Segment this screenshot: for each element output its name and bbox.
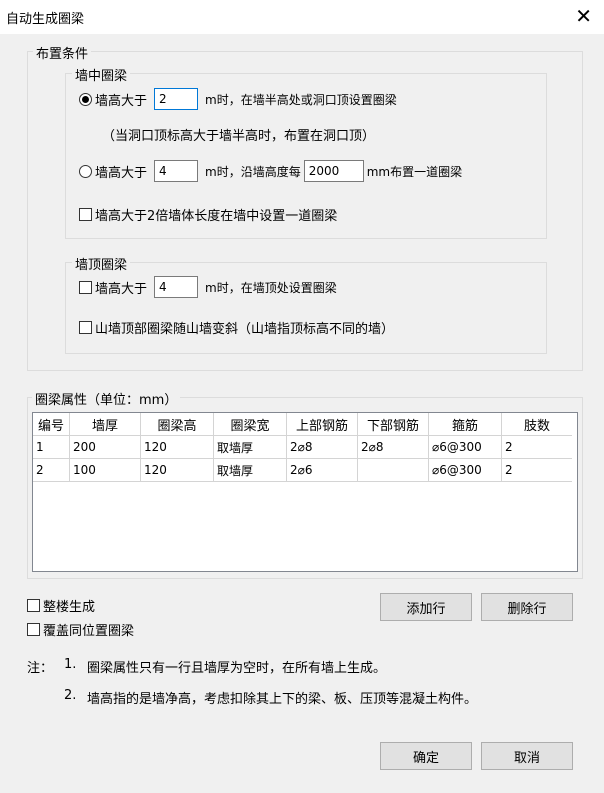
option1-height-input[interactable] (154, 88, 199, 110)
add-row-button[interactable]: 添加行 (380, 593, 472, 621)
window-title: 自动生成圈梁 (6, 12, 85, 27)
note1-text: 圈梁属性只有一行且墙厚为空时，在所有墙上生成。 (87, 661, 387, 676)
table-cell[interactable]: 200 (69, 435, 141, 459)
option1-note: （当洞口顶标高大于墙半高时，布置在洞口顶） (102, 125, 375, 144)
wall-top-checkbox1[interactable] (79, 280, 92, 294)
whole-building-checkbox[interactable] (27, 599, 40, 612)
wall-middle-option2-row: 墙高大于 m时，沿墙高度每 mm布置一道圈梁 (79, 160, 462, 182)
wall-middle-check-row: 墙高大于2倍墙体长度在墙中设置一道圈梁 (79, 205, 337, 224)
whole-building-option: 整楼生成 (27, 596, 95, 615)
note2-number: 2. (64, 688, 77, 703)
note1-number: 1. (64, 657, 77, 672)
wall-middle-option1-row: 墙高大于 m时，在墙半高处或洞口顶设置圈梁 (79, 88, 397, 110)
table-row[interactable]: 1 200 120 取墙厚 2⌀8 2⌀8 ⌀6@300 2 (33, 435, 572, 459)
wall-top-check1-row: 墙高大于 m时，在墙顶处设置圈梁 (79, 276, 337, 298)
wall-top-check1-suffix: m时，在墙顶处设置圈梁 (205, 280, 337, 295)
option2-spacing-input[interactable] (303, 160, 364, 182)
table-cell[interactable]: 2 (33, 458, 70, 482)
whole-building-label: 整楼生成 (43, 600, 96, 615)
wall-middle-option2-radio[interactable] (79, 164, 92, 178)
notes-prefix: 注： (27, 661, 54, 676)
table-cell[interactable] (357, 458, 429, 482)
wall-middle-option1-radio[interactable] (79, 92, 92, 106)
overwrite-checkbox[interactable] (27, 623, 40, 636)
close-icon[interactable]: ✕ (575, 6, 592, 26)
table-header-row: 编号 墙厚 圈梁高 圈梁宽 上部钢筋 下部钢筋 箍筋 肢数 (33, 413, 572, 436)
column-header-legs[interactable]: 肢数 (501, 413, 572, 436)
wall-top-check1-prefix: 墙高大于 (95, 281, 148, 297)
option1-suffix: m时，在墙半高处或洞口顶设置圈梁 (205, 92, 397, 107)
table-cell[interactable]: 2⌀8 (286, 435, 358, 459)
wall-top-check2-label: 山墙顶部圈梁随山墙变斜（山墙指顶标高不同的墙） (95, 322, 395, 337)
wall-top-height-input[interactable] (154, 276, 199, 298)
overwrite-label: 覆盖同位置圈梁 (43, 624, 135, 639)
table-row[interactable]: 2 100 120 取墙厚 2⌀6 ⌀6@300 2 (33, 458, 572, 482)
table-cell[interactable]: 2 (501, 435, 572, 459)
cancel-button[interactable]: 取消 (481, 742, 573, 770)
table-cell[interactable]: 1 (33, 435, 70, 459)
wall-middle-checkbox[interactable] (79, 208, 92, 221)
wall-top-check2-row: 山墙顶部圈梁随山墙变斜（山墙指顶标高不同的墙） (79, 318, 394, 337)
table-cell[interactable]: 2⌀6 (286, 458, 358, 482)
column-header-beam-height[interactable]: 圈梁高 (140, 413, 214, 436)
wall-top-checkbox2[interactable] (79, 321, 92, 334)
note2-text: 墙高指的是墙净高，考虑扣除其上下的梁、板、压顶等混凝土构件。 (87, 692, 478, 707)
table-cell[interactable]: 120 (140, 435, 214, 459)
wall-top-label: 墙顶圈梁 (72, 254, 131, 273)
beam-properties-label: 圈梁属性（单位：mm） (32, 389, 181, 408)
title-bar: 自动生成圈梁 ✕ (0, 0, 604, 34)
option1-note-text: （当洞口顶标高大于墙半高时，布置在洞口顶） (102, 129, 376, 144)
option2-suffix: mm布置一道圈梁 (366, 164, 463, 179)
column-header-wall-thickness[interactable]: 墙厚 (69, 413, 141, 436)
layout-conditions-label: 布置条件 (33, 43, 92, 62)
ok-button[interactable]: 确定 (380, 742, 472, 770)
column-header-stirrup[interactable]: 箍筋 (428, 413, 502, 436)
beam-properties-table[interactable]: 编号 墙厚 圈梁高 圈梁宽 上部钢筋 下部钢筋 箍筋 肢数 1 200 120 … (32, 412, 578, 572)
beam-table: 编号 墙厚 圈梁高 圈梁宽 上部钢筋 下部钢筋 箍筋 肢数 1 200 120 … (33, 413, 572, 482)
option2-height-input[interactable] (154, 160, 199, 182)
table-cell[interactable]: 取墙厚 (213, 435, 287, 459)
column-header-bottom-rebar[interactable]: 下部钢筋 (357, 413, 429, 436)
table-cell[interactable]: ⌀6@300 (428, 435, 502, 459)
option1-prefix: 墙高大于 (95, 93, 148, 109)
table-cell[interactable]: 100 (69, 458, 141, 482)
radio-selected-dot (82, 95, 89, 103)
delete-row-button[interactable]: 删除行 (481, 593, 573, 621)
wall-middle-check-label: 墙高大于2倍墙体长度在墙中设置一道圈梁 (95, 209, 338, 224)
table-cell[interactable]: 2 (501, 458, 572, 482)
column-header-id[interactable]: 编号 (33, 413, 70, 436)
wall-middle-label: 墙中圈梁 (72, 65, 131, 84)
option2-mid: m时，沿墙高度每 (205, 164, 301, 179)
option2-prefix: 墙高大于 (95, 165, 148, 181)
table-cell[interactable]: 2⌀8 (357, 435, 429, 459)
column-header-beam-width[interactable]: 圈梁宽 (213, 413, 287, 436)
table-cell[interactable]: ⌀6@300 (428, 458, 502, 482)
column-header-top-rebar[interactable]: 上部钢筋 (286, 413, 358, 436)
table-cell[interactable]: 取墙厚 (213, 458, 287, 482)
table-cell[interactable]: 120 (140, 458, 214, 482)
overwrite-option: 覆盖同位置圈梁 (27, 620, 134, 639)
